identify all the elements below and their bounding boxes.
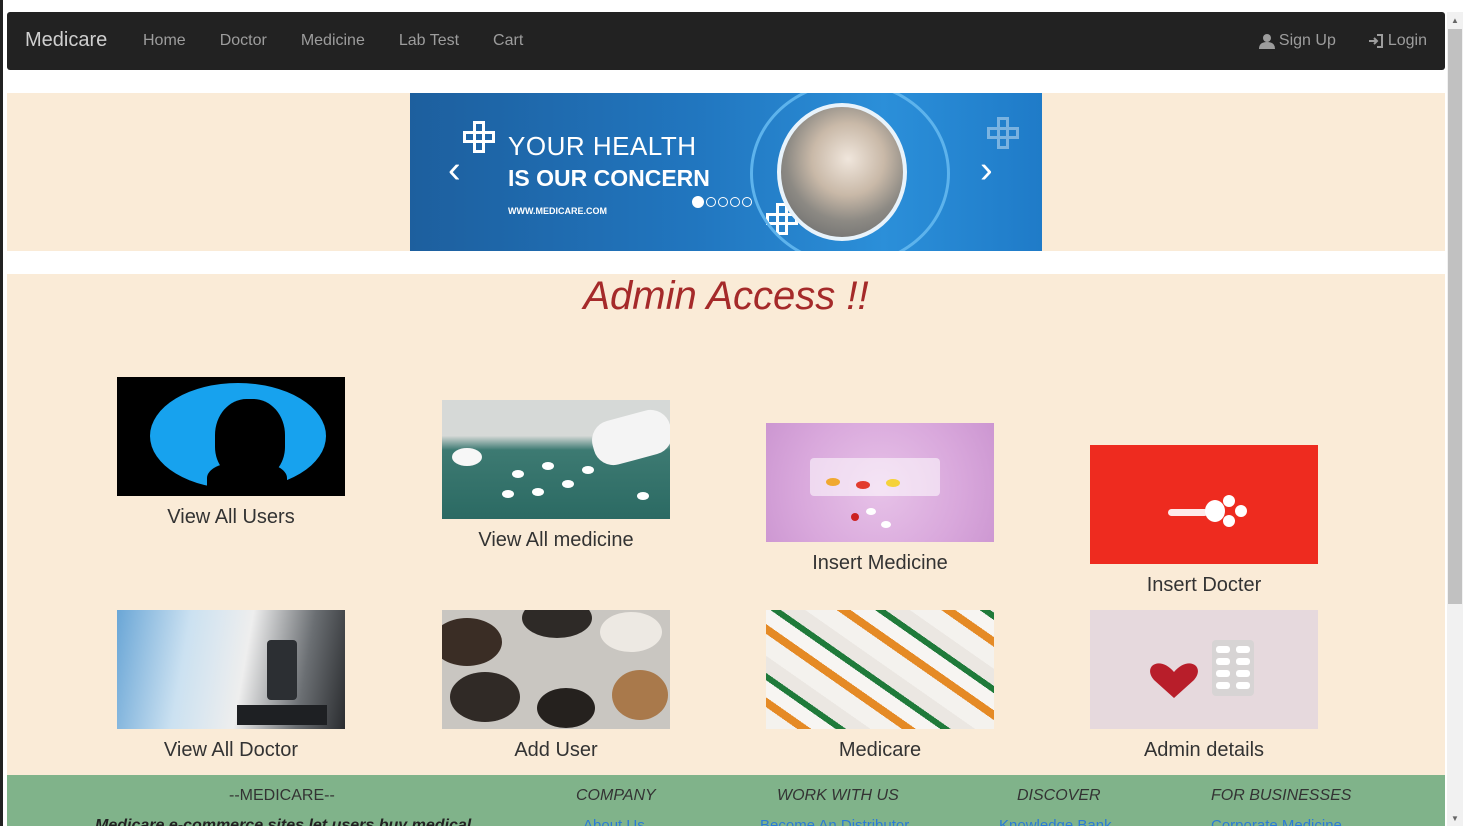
footer-link-knowledge-bank[interactable]: Knowledge Bank bbox=[999, 817, 1112, 826]
footer-description: Medicare e-commerce sites let users buy … bbox=[95, 817, 472, 826]
brand-logo-text[interactable]: Medicare bbox=[25, 29, 107, 52]
card-label: Insert Medicine bbox=[812, 552, 948, 574]
capsule-bowls-image bbox=[442, 610, 670, 729]
nav-cart-link[interactable]: Cart bbox=[493, 12, 523, 70]
nav-doctor-link[interactable]: Doctor bbox=[220, 12, 267, 70]
nav-account-links: Sign Up Login bbox=[1227, 12, 1427, 70]
card-admin-details[interactable]: Admin details bbox=[1090, 610, 1318, 762]
admin-access-section: Admin Access !! View All Users View All … bbox=[7, 274, 1445, 775]
footer-link-distributor[interactable]: Become An Distributor bbox=[760, 817, 909, 826]
scroll-up-arrow-icon[interactable]: ▲ bbox=[1451, 16, 1459, 25]
card-view-all-medicine[interactable]: View All medicine bbox=[442, 400, 670, 552]
footer-brand: --MEDICARE-- bbox=[229, 787, 335, 804]
user-silhouette-image bbox=[117, 377, 345, 496]
pills-thermometer-image bbox=[766, 610, 994, 729]
footer-link-corporate-medicine[interactable]: Corporate Medicine bbox=[1211, 817, 1342, 826]
card-label: Admin details bbox=[1143, 739, 1265, 761]
footer-heading-for-businesses: FOR BUSINESSES bbox=[1211, 787, 1352, 804]
card-insert-docter[interactable]: Insert Docter bbox=[1090, 445, 1318, 597]
scroll-down-arrow-icon[interactable]: ▼ bbox=[1451, 814, 1459, 823]
page-scrollbar[interactable]: ▲ ▼ bbox=[1447, 12, 1463, 826]
top-navbar: Medicare Home Doctor Medicine Lab Test C… bbox=[7, 12, 1445, 70]
footer-heading-company: COMPANY bbox=[576, 787, 656, 804]
card-label: Medicare bbox=[838, 739, 922, 761]
card-label: View All medicine bbox=[478, 529, 634, 551]
user-icon bbox=[1258, 34, 1275, 49]
carousel-dot-5[interactable] bbox=[742, 197, 752, 207]
card-add-user[interactable]: Add User bbox=[442, 610, 670, 762]
spilled-pills-image bbox=[442, 400, 670, 519]
nav-links: Home Doctor Medicine Lab Test Cart bbox=[143, 12, 557, 70]
card-view-all-doctor[interactable]: View All Doctor bbox=[117, 610, 345, 762]
plus-cross-icon bbox=[463, 121, 495, 153]
site-footer: --MEDICARE-- Medicare e-commerce sites l… bbox=[7, 775, 1445, 826]
card-label: Add User bbox=[514, 739, 598, 761]
carousel-indicators bbox=[692, 196, 754, 208]
pill-organizer-image bbox=[766, 423, 994, 542]
nav-home-link[interactable]: Home bbox=[143, 12, 186, 70]
card-label: View All Doctor bbox=[163, 739, 299, 761]
carousel-headline: YOUR HEALTH bbox=[508, 131, 697, 161]
footer-link-about-us[interactable]: About Us bbox=[583, 817, 645, 826]
carousel-subheadline: IS OUR CONCERN bbox=[508, 165, 710, 191]
doctor-consult-photo bbox=[777, 103, 907, 241]
card-insert-medicine[interactable]: Insert Medicine bbox=[766, 423, 994, 575]
signup-link[interactable]: Sign Up bbox=[1258, 12, 1336, 70]
card-label: View All Users bbox=[167, 506, 295, 528]
carousel-band: YOUR HEALTH IS OUR CONCERN WWW.MEDICARE.… bbox=[7, 93, 1445, 251]
login-label: Login bbox=[1387, 32, 1427, 49]
carousel-url: WWW.MEDICARE.COM bbox=[508, 206, 607, 216]
admin-title: Admin Access !! bbox=[583, 274, 869, 318]
footer-heading-work-with-us: WORK WITH US bbox=[777, 787, 899, 804]
card-label: Insert Docter bbox=[1146, 574, 1262, 596]
carousel-next-arrow-icon[interactable]: › bbox=[980, 151, 993, 189]
carousel-dot-4[interactable] bbox=[730, 197, 740, 207]
microscope-image bbox=[117, 610, 345, 729]
carousel-dot-1[interactable] bbox=[692, 196, 704, 208]
pill-arrow-image bbox=[1090, 445, 1318, 564]
card-medicare[interactable]: Medicare bbox=[766, 610, 994, 762]
scrollbar-thumb[interactable] bbox=[1448, 29, 1462, 604]
carousel-dot-2[interactable] bbox=[706, 197, 716, 207]
footer-heading-discover: DISCOVER bbox=[1017, 787, 1101, 804]
window-frame bbox=[0, 0, 3, 826]
heart-blister-image bbox=[1090, 610, 1318, 729]
nav-medicine-link[interactable]: Medicine bbox=[301, 12, 365, 70]
plus-cross-icon-faded bbox=[987, 117, 1019, 149]
carousel-dot-3[interactable] bbox=[718, 197, 728, 207]
login-link[interactable]: Login bbox=[1368, 12, 1427, 70]
card-view-all-users[interactable]: View All Users bbox=[117, 377, 345, 529]
login-icon bbox=[1368, 34, 1383, 48]
nav-lab-test-link[interactable]: Lab Test bbox=[399, 12, 459, 70]
carousel-prev-arrow-icon[interactable]: ‹ bbox=[448, 151, 461, 189]
hero-carousel[interactable]: YOUR HEALTH IS OUR CONCERN WWW.MEDICARE.… bbox=[410, 93, 1042, 251]
signup-label: Sign Up bbox=[1278, 32, 1336, 49]
